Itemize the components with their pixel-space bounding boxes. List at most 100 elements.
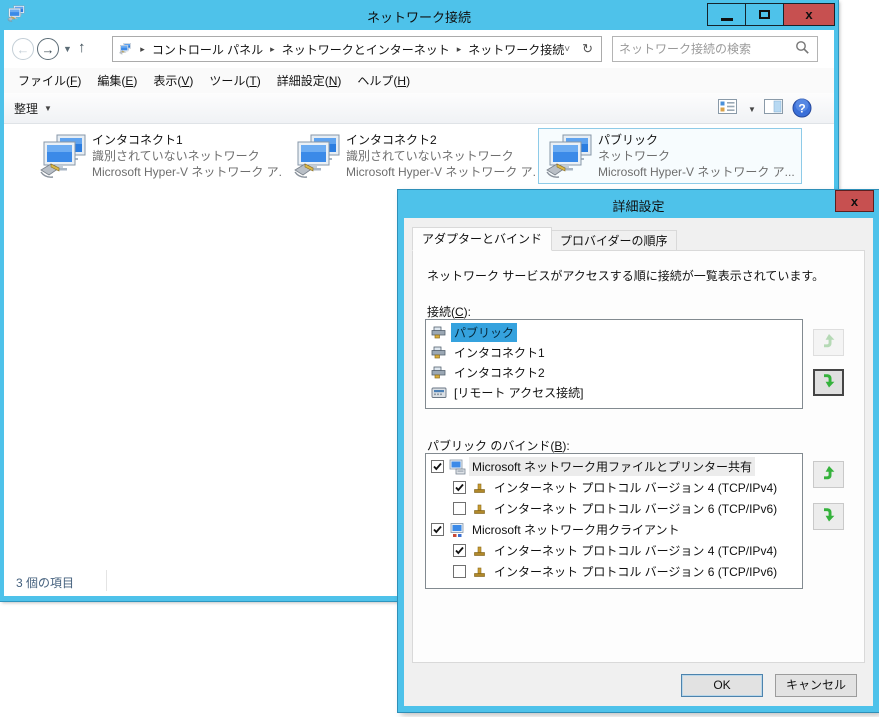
maximize-button[interactable] [745,3,784,26]
binding-list-item[interactable]: インターネット プロトコル バージョン 6 (TCP/IPv6) [427,561,801,582]
breadcrumb-separator-icon: ▸ [133,44,152,55]
tab-provider-order[interactable]: プロバイダーの順序 [551,230,677,251]
connections-listbox[interactable]: パブリックインタコネクト1インタコネクト2[リモート アクセス接続] [425,319,803,409]
network-connection-icon [39,134,87,180]
breadcrumb-separator-icon: ▸ [263,44,282,55]
binding-list-item[interactable]: インターネット プロトコル バージョン 4 (TCP/IPv4) [427,477,801,498]
protocol-icon [471,501,488,517]
adapters-and-bindings-tab-page: ネットワーク サービスがアクセスする順に接続が一覧表示されています。 接続(C)… [412,250,865,663]
bindings-move-up-button[interactable] [813,461,844,488]
description-text: ネットワーク サービスがアクセスする順に接続が一覧表示されています。 [427,267,857,284]
item-count: 3 個の項目 [16,574,74,591]
up-button[interactable]: ↑ [78,39,86,56]
connections-move-up-button[interactable] [813,329,844,356]
bindings-listbox[interactable]: Microsoft ネットワーク用ファイルとプリンター共有インターネット プロト… [425,453,803,589]
menu-item[interactable]: 編集(E) [89,72,145,89]
binding-item-label: インターネット プロトコル バージョン 4 (TCP/IPv4) [491,478,780,497]
adapter-icon [431,324,448,340]
arrow-up-icon [821,333,837,352]
connection-item-label: [リモート アクセス接続] [451,383,586,402]
binding-list-item[interactable]: Microsoft ネットワーク用ファイルとプリンター共有 [427,456,801,477]
bindings-label: パブリック のバインド(B): [427,437,570,454]
forward-button[interactable]: → [37,38,59,60]
minimize-icon [721,18,733,21]
adapter-icon [431,344,448,360]
status-separator [106,570,107,591]
connection-list-item[interactable]: インタコネクト1 [427,342,801,362]
breadcrumb-segment[interactable]: ネットワークとインターネット [282,41,450,58]
connection-list-item[interactable]: インタコネクト2 [427,362,801,382]
menu-item[interactable]: ファイル(F) [10,72,89,89]
tab-adapters-and-bindings[interactable]: アダプターとバインド [412,227,552,251]
refresh-icon[interactable]: ↻ [582,41,593,57]
connection-tile[interactable]: パブリックネットワークMicrosoft Hyper-V ネットワーク ア... [538,128,802,184]
connection-status: 識別されていないネットワーク [346,148,535,164]
ok-button[interactable]: OK [681,674,763,697]
address-location-icon [119,41,131,57]
cancel-button[interactable]: キャンセル [775,674,857,697]
breadcrumb-segment[interactable]: ネットワーク接続 [468,41,564,58]
connection-item-label: インタコネクト1 [451,343,548,362]
arrow-up-icon [821,465,837,484]
arrow-down-icon [821,373,837,392]
binding-item-label: インターネット プロトコル バージョン 6 (TCP/IPv6) [491,562,780,581]
binding-item-label: インターネット プロトコル バージョン 4 (TCP/IPv4) [491,541,780,560]
connection-list-item[interactable]: パブリック [427,322,801,342]
connection-tile[interactable]: インタコネクト1識別されていないネットワークMicrosoft Hyper-V … [32,128,282,184]
binding-list-item[interactable]: Microsoft ネットワーク用クライアント [427,519,801,540]
close-icon: x [851,195,858,208]
connections-move-down-button[interactable] [813,369,844,396]
preview-pane-button[interactable] [764,99,783,117]
views-dropdown-icon[interactable]: ▼ [748,105,756,114]
menu-bar: ファイル(F)編集(E)表示(V)ツール(T)詳細設定(N)ヘルプ(H) [4,68,834,93]
connection-status: ネットワーク [598,148,795,164]
connection-name: インタコネクト2 [346,132,535,148]
connection-list-item[interactable]: [リモート アクセス接続] [427,382,801,402]
menu-item[interactable]: 表示(V) [145,72,201,89]
binding-checkbox[interactable] [453,481,466,494]
search-input[interactable] [613,42,795,56]
breadcrumb-segment[interactable]: コントロール パネル [152,41,263,58]
connection-tile[interactable]: インタコネクト2識別されていないネットワークMicrosoft Hyper-V … [286,128,536,184]
close-button[interactable]: x [783,3,835,26]
network-connection-icon [293,134,341,180]
search-box [612,36,818,62]
menu-item[interactable]: 詳細設定(N) [269,72,350,89]
binding-checkbox[interactable] [431,460,444,473]
command-toolbar: 整理 ▼ ▼ ? [4,93,834,124]
dialog-close-button[interactable]: x [835,190,874,212]
connection-device: Microsoft Hyper-V ネットワーク ア... [92,164,281,180]
client-icon [449,522,466,538]
back-button[interactable]: ← [12,38,34,60]
breadcrumb[interactable]: ▸コントロール パネル▸ネットワークとインターネット▸ネットワーク接続 ˅ ↻ [112,36,602,62]
binding-checkbox[interactable] [453,544,466,557]
binding-list-item[interactable]: インターネット プロトコル バージョン 4 (TCP/IPv4) [427,540,801,561]
minimize-button[interactable] [707,3,746,26]
help-button[interactable]: ? [792,98,812,121]
menu-item[interactable]: ヘルプ(H) [349,72,418,89]
history-dropdown-icon[interactable]: ▼ [63,44,72,54]
tab-strip: アダプターとバインドプロバイダーの順序 [412,227,676,251]
svg-text:?: ? [798,102,805,116]
binding-checkbox[interactable] [453,565,466,578]
connection-device: Microsoft Hyper-V ネットワーク ア... [346,164,535,180]
connection-item-label: インタコネクト2 [451,363,548,382]
maximize-icon [759,10,770,19]
binding-list-item[interactable]: インターネット プロトコル バージョン 6 (TCP/IPv6) [427,498,801,519]
protocol-icon [471,543,488,559]
views-button[interactable] [718,99,737,117]
binding-item-label: Microsoft ネットワーク用ファイルとプリンター共有 [469,457,755,476]
dialog-title: 詳細設定 [398,196,879,215]
address-dropdown-icon[interactable]: ˅ [564,44,570,55]
arrow-down-icon [821,507,837,526]
title-bar[interactable]: ネットワーク接続 x [0,0,838,30]
connection-item-label: パブリック [451,323,517,342]
menu-item[interactable]: ツール(T) [201,72,268,89]
network-connection-icon [545,134,593,180]
binding-item-label: Microsoft ネットワーク用クライアント [469,520,683,539]
binding-checkbox[interactable] [431,523,444,536]
bindings-move-down-button[interactable] [813,503,844,530]
connections-label: 接続(C): [427,303,471,320]
binding-checkbox[interactable] [453,502,466,515]
protocol-icon [471,564,488,580]
